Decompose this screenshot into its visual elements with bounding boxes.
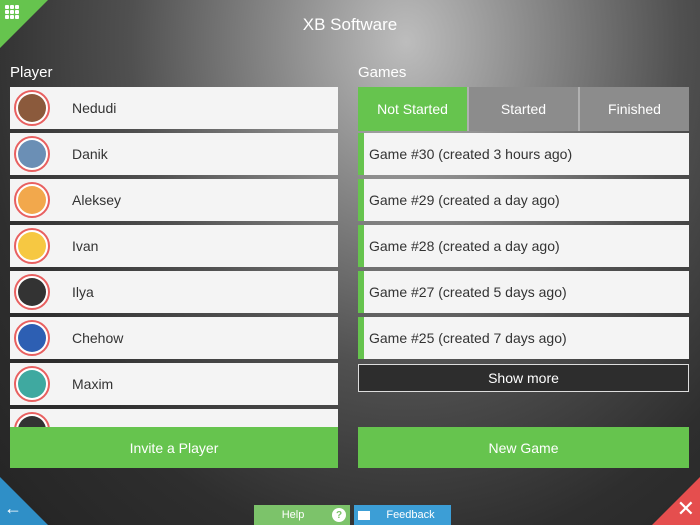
games-heading: Games (358, 64, 407, 81)
avatar (14, 136, 50, 172)
avatar (14, 182, 50, 218)
game-list: Game #30 (created 3 hours ago) Game #29 … (358, 133, 689, 363)
help-icon: ? (332, 508, 346, 522)
game-row[interactable]: Game #25 (created 7 days ago) (358, 317, 689, 359)
mail-icon (358, 510, 370, 520)
game-row[interactable]: Game #29 (created a day ago) (358, 179, 689, 221)
close-icon[interactable]: ✕ (677, 498, 695, 520)
player-name: Maxim (72, 376, 114, 392)
player-row-maxim[interactable]: Maxim (10, 363, 338, 405)
tab-started[interactable]: Started (467, 87, 578, 131)
show-more-button[interactable]: Show more (358, 364, 689, 392)
games-tabs: Not Started Started Finished (358, 87, 689, 131)
player-name: Chehow (72, 330, 124, 346)
player-name: Ilya (72, 284, 94, 300)
new-game-button[interactable]: New Game (358, 427, 689, 468)
player-row-partial[interactable] (10, 409, 338, 427)
avatar (14, 320, 50, 356)
game-row[interactable]: Game #27 (created 5 days ago) (358, 271, 689, 313)
feedback-label: Feedback (386, 509, 435, 521)
player-list[interactable]: Nedudi Danik Aleksey Ivan Ilya Chehow Ma… (10, 87, 338, 427)
player-row-aleksey[interactable]: Aleksey (10, 179, 338, 221)
player-row-danik[interactable]: Danik (10, 133, 338, 175)
invite-player-button[interactable]: Invite a Player (10, 427, 338, 468)
avatar (14, 274, 50, 310)
avatar (14, 228, 50, 264)
help-label: Help (281, 509, 305, 521)
player-row-nedudi[interactable]: Nedudi (10, 87, 338, 129)
players-heading: Player (10, 64, 53, 81)
player-row-ilya[interactable]: Ilya (10, 271, 338, 313)
avatar (14, 412, 50, 427)
avatar (14, 90, 50, 126)
feedback-button[interactable]: Feedback (354, 505, 451, 525)
player-row-chehow[interactable]: Chehow (10, 317, 338, 359)
back-arrow-icon[interactable]: ← (4, 499, 22, 517)
tab-not-started[interactable]: Not Started (358, 87, 467, 131)
player-name: Aleksey (72, 192, 122, 208)
player-name: Ivan (72, 238, 99, 254)
player-row-ivan[interactable]: Ivan (10, 225, 338, 267)
game-row[interactable]: Game #30 (created 3 hours ago) (358, 133, 689, 175)
player-name: Nedudi (72, 100, 117, 116)
player-name: Danik (72, 146, 108, 162)
help-button[interactable]: Help ? (254, 505, 350, 525)
app-title: XB Software (302, 15, 398, 34)
tab-finished[interactable]: Finished (578, 87, 689, 131)
avatar (14, 366, 50, 402)
game-row[interactable]: Game #28 (created a day ago) (358, 225, 689, 267)
